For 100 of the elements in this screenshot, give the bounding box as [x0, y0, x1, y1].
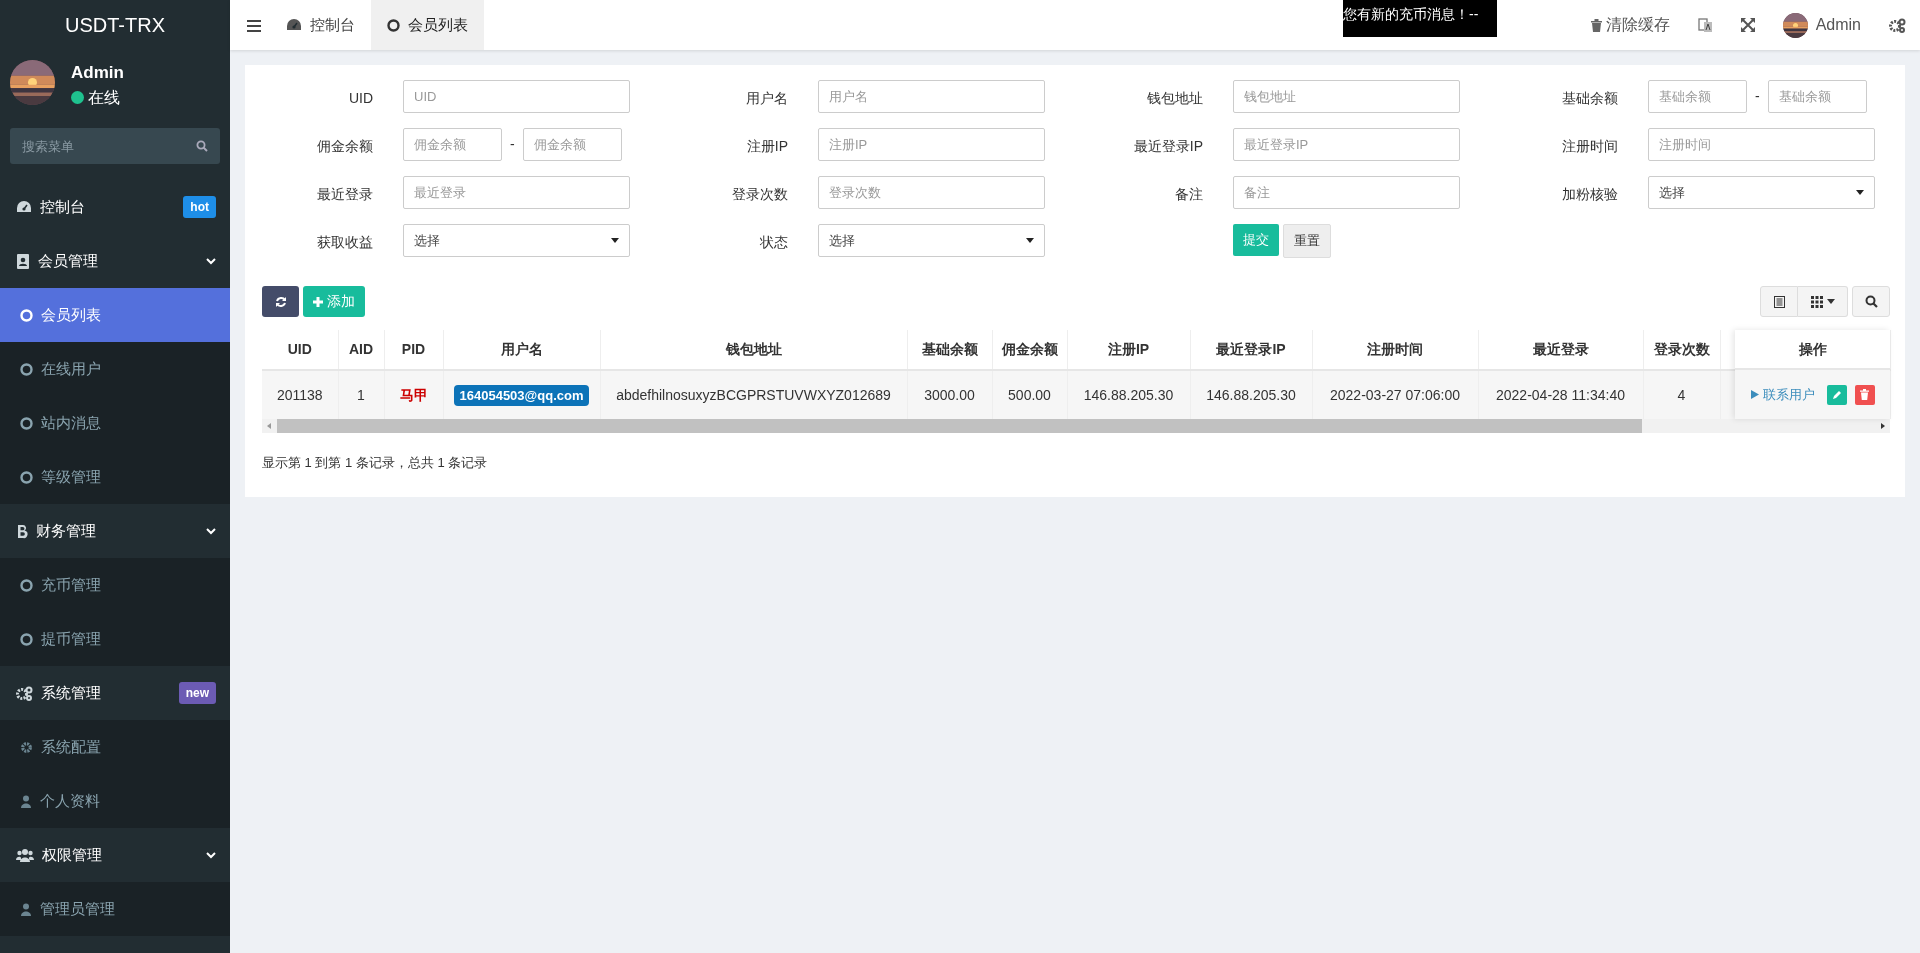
- table-cell: abdefhilnosuxyzBCGPRSTUVWXYZ012689: [600, 370, 907, 419]
- username-tag: 164054503@qq.com: [453, 384, 590, 406]
- input-field[interactable]: 钱包地址: [1233, 80, 1460, 113]
- notification-text: 您有新的充币消息！--: [1343, 0, 1497, 37]
- input-field[interactable]: 注册IP: [818, 128, 1045, 161]
- submenu-item[interactable]: 会员列表: [0, 288, 230, 342]
- search-icon: [1864, 295, 1878, 308]
- reset-button[interactable]: 重置: [1283, 224, 1331, 258]
- input-field[interactable]: 佣金余额: [403, 128, 502, 161]
- range-separator: -: [1754, 87, 1761, 106]
- expand-icon: [1740, 18, 1755, 32]
- play-icon: [1750, 390, 1759, 399]
- input-field[interactable]: 最近登录: [403, 176, 630, 209]
- table-cell: 2022-04-28 11:34:40: [1478, 370, 1643, 419]
- search-icon: [196, 140, 208, 152]
- tab[interactable]: 控制台: [270, 0, 371, 50]
- submenu-item[interactable]: 管理员管理: [0, 882, 230, 936]
- clear-cache-button[interactable]: 清除缓存: [1576, 0, 1684, 50]
- user-name: Admin: [71, 62, 124, 84]
- circle-icon: [20, 632, 33, 646]
- submenu-item[interactable]: 提币管理: [0, 612, 230, 666]
- search-field[interactable]: 搜索菜单: [10, 128, 220, 164]
- field-label: 用户名: [745, 89, 788, 108]
- circle-icon: [20, 416, 33, 430]
- menu-badge: hot: [183, 196, 216, 218]
- circle-icon: [20, 308, 33, 322]
- caret-icon: [1826, 299, 1835, 304]
- table-cell: 146.88.205.30: [1067, 370, 1190, 419]
- list-view-button[interactable]: [1760, 286, 1798, 317]
- select-field[interactable]: 选择: [818, 224, 1045, 257]
- users-icon: [16, 848, 34, 862]
- field-label: 基础余额: [1561, 89, 1618, 108]
- submenu-item[interactable]: 个人资料: [0, 774, 230, 828]
- select-field[interactable]: 选择: [403, 224, 630, 257]
- field-label: 登录次数: [731, 185, 788, 204]
- field-label: 佣金余额: [316, 137, 373, 156]
- input-field[interactable]: 用户名: [818, 80, 1045, 113]
- id-card-icon: [16, 253, 30, 269]
- gauge-icon: [16, 200, 32, 214]
- input-field[interactable]: 佣金余额: [522, 128, 622, 161]
- delete-button[interactable]: [1854, 384, 1875, 405]
- trash-icon: [1860, 389, 1869, 400]
- brand-title: USDT-TRX: [65, 13, 165, 38]
- submenu-item[interactable]: 系统配置: [0, 720, 230, 774]
- field-label: 钱包地址: [1146, 89, 1203, 108]
- search-button[interactable]: [1852, 286, 1890, 317]
- pencil-icon: [1831, 389, 1842, 400]
- field-label: 状态: [759, 233, 788, 252]
- horizontal-scrollbar[interactable]: [262, 419, 1890, 433]
- table-cell: 4: [1643, 370, 1720, 419]
- submenu-item[interactable]: 等级管理: [0, 450, 230, 504]
- columns-button[interactable]: [1798, 286, 1848, 317]
- chevron-down-icon: [206, 527, 216, 535]
- input-field[interactable]: 备注: [1233, 176, 1460, 209]
- table-cell: 3000.00: [907, 370, 992, 419]
- contact-user-link[interactable]: 联系用户: [1750, 384, 1815, 405]
- chevron-down-icon: [206, 257, 216, 265]
- submenu-item[interactable]: 站内消息: [0, 396, 230, 450]
- table-cell: 201138: [262, 370, 338, 419]
- input-field[interactable]: 登录次数: [818, 176, 1045, 209]
- gauge-icon: [286, 18, 302, 32]
- range-separator: -: [509, 135, 516, 154]
- submenu-item[interactable]: 充币管理: [0, 558, 230, 612]
- table-cell: 146.88.205.30: [1190, 370, 1312, 419]
- field-label: 最近登录IP: [1132, 137, 1203, 156]
- refresh-button[interactable]: [262, 286, 299, 317]
- input-field[interactable]: 最近登录IP: [1233, 128, 1460, 161]
- menu-badge: new: [178, 682, 216, 704]
- menu-item[interactable]: 控制台 hot: [0, 180, 230, 234]
- input-field[interactable]: 基础余额: [1648, 80, 1747, 113]
- translate-icon: [1697, 17, 1713, 33]
- pagination-info: 显示第 1 到第 1 条记录，总共 1 条记录: [262, 454, 489, 472]
- gears-icon: [16, 685, 33, 701]
- field-label: UID: [347, 89, 373, 108]
- input-field[interactable]: 基础余额: [1767, 80, 1867, 113]
- tag-text: 马甲: [399, 386, 428, 403]
- chevron-down-icon: [206, 851, 216, 859]
- bitcoin-icon: [16, 523, 28, 539]
- input-field[interactable]: UID: [403, 80, 630, 113]
- refresh-icon: [274, 295, 287, 308]
- field-label: 最近登录: [316, 185, 373, 204]
- gears-icon: [1889, 17, 1906, 33]
- input-field[interactable]: 注册时间: [1648, 128, 1875, 161]
- tab[interactable]: 会员列表: [371, 0, 484, 50]
- column-header: 操作: [1798, 339, 1827, 359]
- submenu-item[interactable]: 在线用户: [0, 342, 230, 396]
- field-label: 注册IP: [745, 137, 788, 156]
- user-menu[interactable]: Admin: [1768, 0, 1875, 50]
- field-label: 备注: [1174, 185, 1203, 204]
- field-label: 获取收益: [316, 233, 373, 252]
- user-icon: [20, 794, 32, 808]
- table-cell: 1: [338, 370, 384, 419]
- user-icon: [20, 902, 32, 916]
- select-field[interactable]: 选择: [1648, 176, 1875, 209]
- gear-icon: [20, 740, 33, 754]
- list-icon: [1773, 295, 1785, 308]
- field-label: 注册时间: [1561, 137, 1618, 156]
- circle-icon: [20, 470, 33, 484]
- grid-icon: [1810, 295, 1823, 308]
- table-cell: 500.00: [992, 370, 1067, 419]
